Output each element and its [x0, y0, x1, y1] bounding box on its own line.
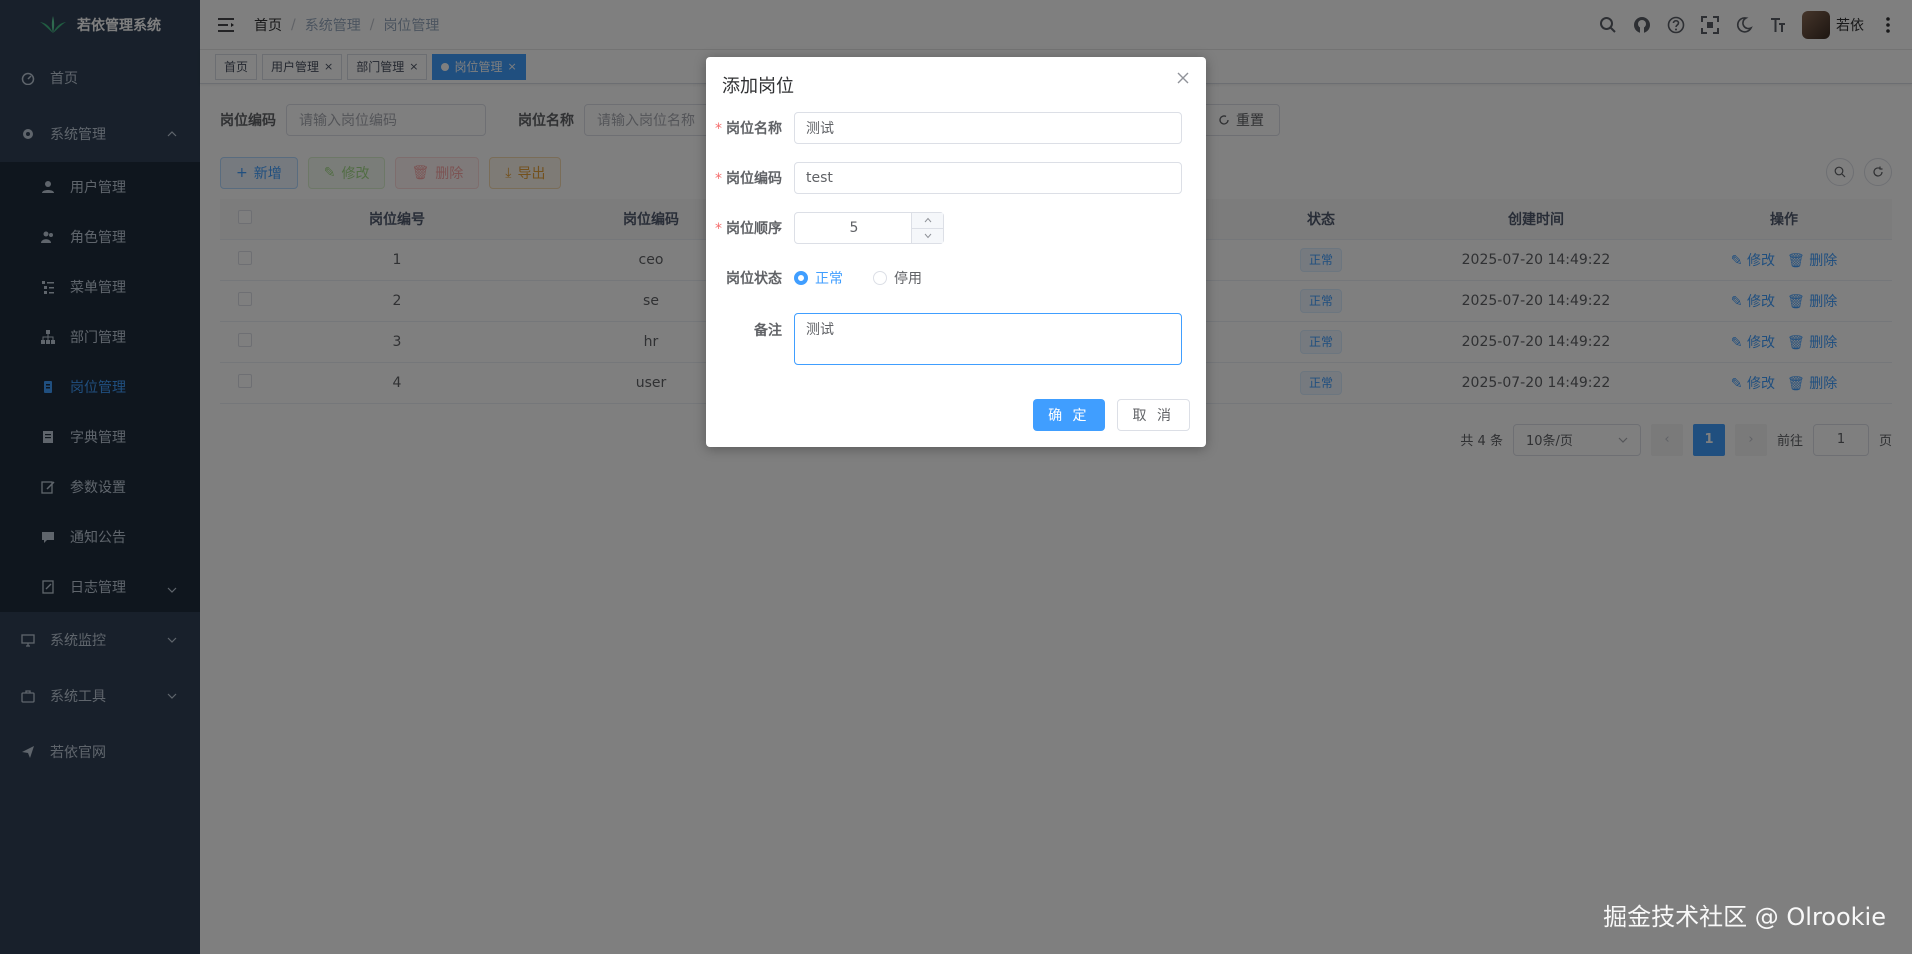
confirm-button[interactable]: 确 定: [1033, 399, 1105, 431]
post-order-stepper[interactable]: 5: [794, 212, 944, 244]
post-name-input[interactable]: 测试: [794, 112, 1182, 144]
label-text: 岗位名称: [726, 121, 782, 137]
increase-button[interactable]: [912, 213, 943, 229]
form-row-order: * 岗位顺序 5: [706, 212, 1206, 244]
dialog-title: 添加岗位: [722, 76, 794, 97]
label-text: 岗位编码: [726, 171, 782, 187]
post-order-value[interactable]: 5: [795, 220, 913, 236]
post-status-label: 岗位状态: [726, 271, 782, 287]
stepper-controls: [911, 213, 943, 243]
post-name-label: * 岗位名称: [706, 118, 794, 138]
label-text: 岗位顺序: [726, 221, 782, 237]
chevron-up-icon: [924, 217, 931, 223]
form-row-remark: 备注 测试: [706, 313, 1206, 365]
post-code-input[interactable]: test: [794, 162, 1182, 194]
post-code-label: * 岗位编码: [706, 168, 794, 188]
form-row-status: 岗位状态 正常 停用: [706, 262, 1206, 294]
add-post-dialog: 添加岗位 * 岗位名称 测试 * 岗位编码 test * 岗位顺序 5 岗位状态 正常…: [706, 57, 1206, 447]
remark-textarea[interactable]: 测试: [794, 313, 1182, 365]
post-order-label: * 岗位顺序: [706, 218, 794, 238]
radio-circle: [873, 271, 887, 285]
watermark: 掘金技术社区 @ Olrookie: [1603, 903, 1886, 931]
radio-label: 正常: [815, 271, 843, 287]
close-icon[interactable]: [1176, 71, 1190, 85]
form-row-name: * 岗位名称 测试: [706, 112, 1206, 144]
required-mark: *: [715, 221, 722, 237]
radio-circle: [794, 271, 808, 285]
radio-label: 停用: [894, 271, 922, 287]
status-disabled-radio[interactable]: 停用: [873, 268, 922, 288]
form-row-code: * 岗位编码 test: [706, 162, 1206, 194]
cancel-button[interactable]: 取 消: [1116, 399, 1190, 431]
required-mark: *: [715, 121, 722, 137]
required-mark: *: [715, 171, 722, 187]
decrease-button[interactable]: [912, 229, 943, 244]
chevron-down-icon: [924, 233, 931, 239]
dialog-footer: 确 定 取 消: [1033, 399, 1190, 431]
remark-label: 备注: [754, 323, 782, 339]
status-normal-radio[interactable]: 正常: [794, 268, 843, 288]
